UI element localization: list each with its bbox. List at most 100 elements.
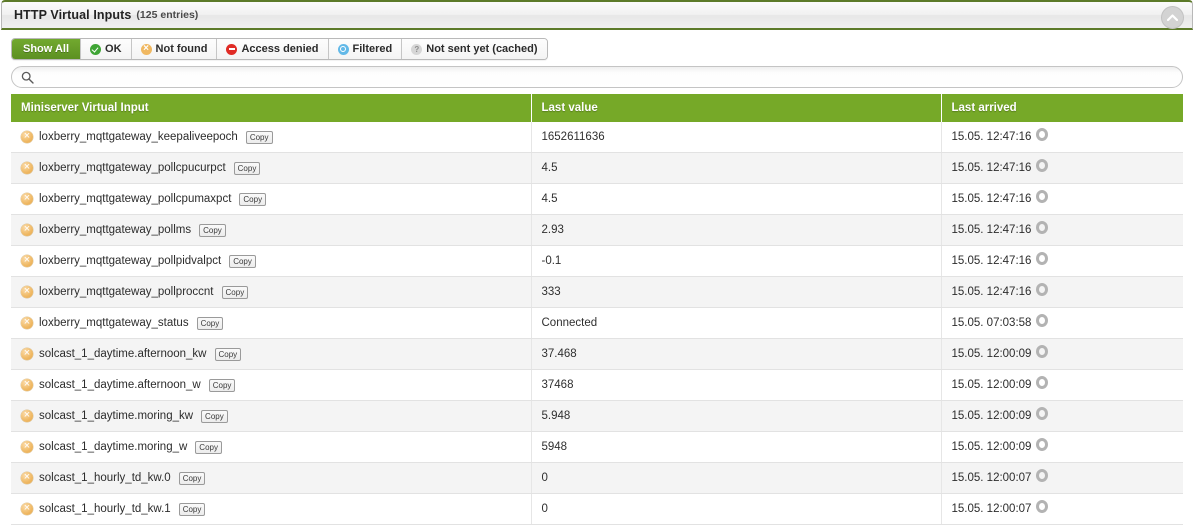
copy-button[interactable]: Copy [199, 223, 226, 237]
not-found-icon [21, 439, 33, 454]
copy-button[interactable]: Copy [208, 378, 236, 392]
last-arrived-wrap: 15.05. 07:03:58 [952, 313, 1174, 330]
last-value-text: 0 [541, 503, 548, 515]
collapse-panel-button[interactable] [1161, 6, 1184, 29]
cell-last-arrived: 15.05. 12:47:16 [941, 122, 1183, 153]
column-header-virtual-input[interactable]: Miniserver Virtual Input [11, 94, 532, 122]
table-header-row: Miniserver Virtual Input Last value Last… [11, 94, 1183, 122]
not-found-icon [21, 470, 33, 485]
copy-button[interactable]: Copy [239, 192, 267, 206]
filter-button-filtered[interactable]: Filtered [328, 39, 403, 59]
virtual-input-name-wrap: loxberry_mqttgateway_keepaliveepoch Copy [21, 129, 521, 144]
virtual-input-name-wrap: loxberry_mqttgateway_pollms Copy [21, 222, 521, 237]
cell-virtual-input: loxberry_mqttgateway_keepaliveepoch Copy [11, 122, 532, 153]
cell-last-value: 333 [531, 276, 942, 308]
table-row[interactable]: solcast_1_hourly_td_kw.0 Copy 0 15.05. 12:0… [11, 462, 1183, 494]
cell-virtual-input: solcast_1_daytime.afternoon_kw Copy [11, 338, 532, 370]
loading-spinner-icon [1036, 251, 1049, 265]
copy-button[interactable]: Copy [195, 440, 222, 454]
last-value-text: 37.468 [541, 348, 577, 360]
cell-last-value: 0 [531, 462, 942, 494]
table-row[interactable]: solcast_1_daytime.afternoon_kw Copy 37.468… [11, 338, 1183, 370]
cell-last-value: -0.1 [531, 245, 942, 277]
search-box[interactable] [11, 66, 1183, 89]
loading-spinner-icon [1036, 313, 1049, 327]
filter-button-not-found[interactable]: Not found [131, 39, 218, 59]
not-found-icon [21, 377, 33, 392]
cell-last-arrived: 15.05. 12:00:07 [941, 462, 1183, 494]
cell-last-value: 37.468 [531, 338, 942, 370]
http-virtual-inputs-panel: HTTP Virtual Inputs (125 entries) Show A… [1, 0, 1193, 525]
copy-button[interactable]: Copy [221, 285, 249, 299]
x-circle-icon [140, 42, 152, 56]
search-input[interactable] [38, 67, 1174, 89]
last-value-text: 333 [541, 286, 561, 298]
cell-last-arrived: 15.05. 12:00:09 [941, 400, 1183, 432]
cell-last-value: 4.5 [531, 152, 942, 184]
cell-last-arrived: 15.05. 12:00:07 [941, 493, 1183, 525]
column-header-last-value[interactable]: Last value [531, 94, 942, 122]
copy-button[interactable]: Copy [229, 254, 256, 268]
filter-button-not-sent-yet[interactable]: Not sent yet (cached) [402, 39, 547, 59]
status-filter-bar: Show All OK Not found Access denied Filt… [11, 38, 548, 60]
cell-last-value: 4.5 [531, 183, 942, 215]
table-row[interactable]: loxberry_mqttgateway_pollms Copy 2.93 15.05… [11, 214, 1183, 246]
last-arrived-wrap: 15.05. 12:00:07 [952, 468, 1174, 485]
copy-button[interactable]: Copy [178, 471, 206, 485]
loading-spinner-icon [1036, 158, 1049, 172]
table-row[interactable]: solcast_1_daytime.moring_kw Copy 5.948 15.0… [11, 400, 1183, 432]
panel-header: HTTP Virtual Inputs (125 entries) [1, 0, 1193, 30]
table-row[interactable]: loxberry_mqttgateway_keepaliveepoch Copy 1… [11, 122, 1183, 153]
loading-spinner-icon [1036, 437, 1049, 451]
last-arrived-wrap: 15.05. 12:00:09 [952, 406, 1174, 423]
virtual-inputs-table-container: Miniserver Virtual Input Last value Last… [1, 94, 1193, 525]
not-found-icon [21, 253, 33, 268]
table-row[interactable]: loxberry_mqttgateway_pollpidvalpct Copy -0… [11, 245, 1183, 277]
virtual-input-name-wrap: loxberry_mqttgateway_pollproccnt Copy [21, 284, 521, 299]
filter-button-access-denied[interactable]: Access denied [217, 39, 329, 59]
copy-button[interactable]: Copy [201, 409, 228, 423]
filter-label-not-sent-yet: Not sent yet (cached) [426, 43, 538, 55]
cell-virtual-input: solcast_1_hourly_td_kw.0 Copy [11, 462, 532, 494]
cell-virtual-input: loxberry_mqttgateway_pollcpucurpct Copy [11, 152, 532, 184]
copy-button[interactable]: Copy [245, 130, 273, 144]
last-value-text: 37468 [541, 379, 574, 391]
copy-button[interactable]: Copy [178, 502, 206, 516]
cell-last-value: 0 [531, 493, 942, 525]
cell-last-value: 5.948 [531, 400, 942, 432]
last-value-text: 5948 [541, 441, 568, 453]
table-body: loxberry_mqttgateway_keepaliveepoch Copy 1… [11, 122, 1183, 525]
virtual-input-label: solcast_1_daytime.afternoon_w [39, 379, 201, 391]
chevron-up-icon [1167, 14, 1178, 21]
virtual-input-name-wrap: solcast_1_daytime.afternoon_kw Copy [21, 346, 521, 361]
last-arrived-wrap: 15.05. 12:47:16 [952, 282, 1174, 299]
last-arrived-text: 15.05. 12:47:16 [951, 193, 1032, 205]
column-header-last-arrived[interactable]: Last arrived [941, 94, 1183, 122]
cell-last-arrived: 15.05. 12:47:16 [941, 152, 1183, 184]
loading-spinner-icon [1036, 375, 1049, 389]
check-circle-icon [90, 43, 102, 55]
entry-count: (125 entries) [136, 9, 199, 21]
table-row[interactable]: solcast_1_daytime.moring_w Copy 5948 15.05.… [11, 431, 1183, 463]
table-row[interactable]: loxberry_mqttgateway_pollcpucurpct Copy 4.… [11, 152, 1183, 184]
copy-button[interactable]: Copy [196, 316, 224, 330]
table-row[interactable]: loxberry_mqttgateway_status Copy Connected… [11, 307, 1183, 339]
cell-last-value: Connected [531, 307, 942, 339]
cell-last-value: 2.93 [531, 214, 942, 246]
table-row[interactable]: solcast_1_hourly_td_kw.1 Copy 0 15.05. 12:0… [11, 493, 1183, 525]
virtual-input-label: loxberry_mqttgateway_pollproccnt [39, 286, 214, 298]
table-row[interactable]: loxberry_mqttgateway_pollcpumaxpct Copy 4.… [11, 183, 1183, 215]
filter-button-ok[interactable]: OK [81, 39, 132, 59]
table-row[interactable]: solcast_1_daytime.afternoon_w Copy 37468 15… [11, 369, 1183, 401]
copy-button[interactable]: Copy [233, 161, 261, 175]
loading-spinner-icon [1036, 282, 1049, 296]
filter-button-show-all[interactable]: Show All [12, 39, 82, 59]
last-arrived-wrap: 15.05. 12:47:16 [951, 220, 1174, 237]
cell-last-arrived: 15.05. 12:00:09 [941, 338, 1183, 370]
virtual-input-name-wrap: solcast_1_hourly_td_kw.0 Copy [21, 470, 521, 485]
last-arrived-text: 15.05. 12:47:16 [951, 224, 1032, 236]
table-row[interactable]: loxberry_mqttgateway_pollproccnt Copy 333 1… [11, 276, 1183, 308]
copy-button[interactable]: Copy [214, 347, 242, 361]
filter-label-ok: OK [105, 43, 122, 55]
virtual-input-label: solcast_1_hourly_td_kw.1 [39, 503, 171, 515]
